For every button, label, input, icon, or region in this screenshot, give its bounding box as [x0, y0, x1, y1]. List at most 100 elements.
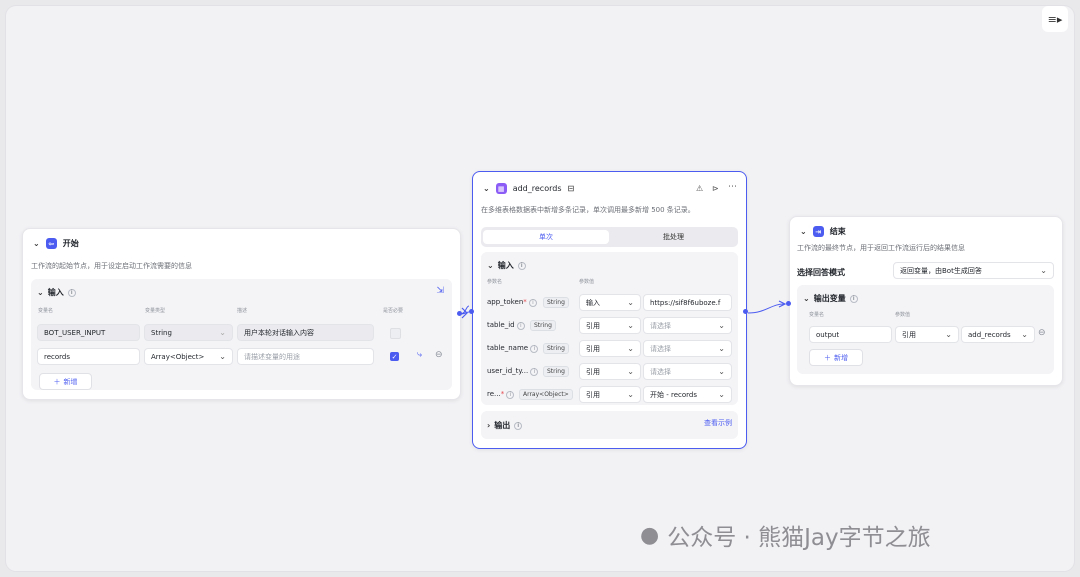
info-icon: i	[517, 261, 526, 270]
start-input-panel: ⌄ 输入 i ⇲ 变量名 变量类型 描述 是否必要 BOT_USER_INPUT…	[31, 279, 452, 390]
chevron-down-icon: ⌄	[627, 367, 634, 376]
param-value-select[interactable]: 请选择 ⌄	[643, 317, 732, 334]
chevron-down-icon[interactable]: ⌄	[487, 261, 494, 270]
chevron-down-icon[interactable]: ⌄	[803, 294, 810, 303]
param-mode-select[interactable]: 引用 ⌄	[579, 386, 641, 403]
more-icon[interactable]: ⋯	[728, 182, 737, 192]
variable-type-select[interactable]: Array<Object> ⌄	[144, 348, 233, 365]
param-name: re...	[487, 390, 501, 398]
chevron-down-icon: ⌄	[627, 298, 634, 307]
col-variable-name: 变量名	[809, 312, 825, 318]
output-name-field[interactable]: output	[809, 326, 892, 343]
add-records-output-port[interactable]	[743, 309, 748, 314]
plugin-icon: ▦	[495, 183, 507, 194]
chevron-down-icon: ⌄	[718, 367, 725, 376]
run-icon[interactable]: ⊳	[712, 184, 719, 193]
watermark: ● 公众号 · 熊猫Jay字节之旅	[640, 518, 931, 552]
info-icon: i	[530, 345, 539, 353]
add-records-input-panel: ⌄ 输入 i 参数名 参数值 app_token* i String 输入 ⌄ h…	[481, 252, 738, 405]
param-type-tag: String	[543, 297, 569, 308]
required-checkbox	[390, 328, 401, 339]
variable-name-field: BOT_USER_INPUT	[37, 324, 140, 341]
remove-icon[interactable]: ⊖	[1038, 328, 1046, 338]
output-value-select[interactable]: add_records ⌄	[961, 326, 1035, 343]
param-mode-select[interactable]: 引用 ⌄	[579, 363, 641, 380]
plus-icon: ＋	[53, 377, 61, 386]
info-icon: i	[67, 288, 76, 297]
col-param-name: 参数名	[487, 279, 503, 285]
add-records-output-panel: › 输出 i 查看示例	[481, 411, 738, 439]
output-mode-select[interactable]: 引用 ⌄	[895, 326, 959, 343]
param-type-tag: Array<Object>	[519, 389, 573, 400]
col-variable-type: 变量类型	[145, 308, 166, 314]
param-value-field[interactable]: https://sif8f6uboze.f	[643, 294, 732, 311]
param-mode-select[interactable]: 引用 ⌄	[579, 340, 641, 357]
warning-icon[interactable]: ⚠	[696, 184, 703, 193]
col-param-value: 参数值	[579, 279, 595, 285]
variable-desc-field[interactable]: 请描述变量的用途	[237, 348, 374, 365]
param-name: table_id	[487, 321, 515, 329]
chevron-down-icon[interactable]: ⌄	[483, 184, 490, 193]
param-name: app_token	[487, 298, 524, 306]
answer-mode-select[interactable]: 返回变量，由Bot生成回答 ⌄	[893, 262, 1054, 279]
chevron-down-icon[interactable]: ⌄	[33, 239, 40, 248]
variable-name-field[interactable]: records	[37, 348, 140, 365]
required-checkbox[interactable]: ✓	[390, 352, 399, 361]
chevron-right-icon[interactable]: ›	[487, 421, 490, 430]
add-records-node[interactable]: ⌄ ▦ add_records ⊟ ⚠ ⊳ ⋯ 在多维表格数据表中新增多条记录，…	[472, 171, 747, 449]
chevron-down-icon: ⌄	[945, 330, 952, 339]
param-type-tag: String	[530, 320, 556, 331]
variable-type-select: String ⌄	[144, 324, 233, 341]
add-output-button[interactable]: ＋新增	[809, 349, 863, 366]
add-records-input-port[interactable]	[469, 309, 474, 314]
table-icon: ⊟	[567, 184, 575, 193]
variable-desc-field: 用户本轮对话输入内容	[237, 324, 374, 341]
chevron-down-icon: ⌄	[219, 328, 226, 337]
chevron-down-icon: ⌄	[627, 344, 634, 353]
param-name: user_id_ty...	[487, 367, 529, 375]
param-name: table_name	[487, 344, 529, 352]
start-output-port[interactable]	[457, 311, 462, 316]
param-row: app_token* i String 输入 ⌄ https://sif8f6ub…	[481, 294, 738, 311]
workflow-canvas[interactable]: ≡▸ ⌄ ⇦ 开始 工作流的起始节点，用于设定启动工作流需要的信息 ⌄ 输入 i…	[6, 6, 1074, 571]
chevron-down-icon: ⌄	[219, 352, 226, 361]
end-node-icon: ⇥	[812, 226, 824, 237]
param-mode-select[interactable]: 输入 ⌄	[579, 294, 641, 311]
param-row: table_id i String 引用 ⌄ 请选择 ⌄	[481, 317, 738, 334]
chevron-down-icon[interactable]: ⌄	[37, 288, 44, 297]
chevron-down-icon: ⌄	[718, 390, 725, 399]
end-input-port[interactable]	[786, 301, 791, 306]
param-row: user_id_ty... i String 引用 ⌄ 请选择 ⌄	[481, 363, 738, 380]
chevron-down-icon[interactable]: ⌄	[800, 227, 807, 236]
start-node-icon: ⇦	[45, 238, 57, 249]
start-node-title: 开始	[62, 239, 79, 248]
watermark-text: 公众号 · 熊猫Jay字节之旅	[667, 525, 931, 551]
add-variable-button[interactable]: ＋新增	[39, 373, 92, 390]
param-value-select[interactable]: 请选择 ⌄	[643, 340, 732, 357]
param-value-select[interactable]: 开始 - records ⌄	[643, 386, 732, 403]
import-icon[interactable]: ⇲	[436, 286, 444, 296]
add-records-title: add_records	[512, 184, 562, 193]
info-icon: i	[506, 391, 515, 399]
output-variables-title: 输出变量	[813, 294, 846, 303]
col-required: 是否必要	[383, 308, 404, 314]
chevron-down-icon: ⌄	[1040, 266, 1047, 275]
col-description: 描述	[237, 308, 248, 314]
plus-icon: ＋	[824, 353, 831, 362]
input-section-title: 输入	[47, 288, 64, 297]
tab-single[interactable]: 单次	[483, 230, 609, 244]
start-node[interactable]: ⌄ ⇦ 开始 工作流的起始节点，用于设定启动工作流需要的信息 ⌄ 输入 i ⇲ …	[22, 228, 461, 400]
sub-variable-icon[interactable]: ⤷	[417, 350, 422, 360]
remove-icon[interactable]: ⊖	[435, 350, 443, 360]
end-node-title: 结束	[829, 227, 846, 236]
param-value-select[interactable]: 请选择 ⌄	[643, 363, 732, 380]
param-mode-select[interactable]: 引用 ⌄	[579, 317, 641, 334]
tab-batch[interactable]: 批处理	[611, 230, 736, 244]
view-example-link[interactable]: 查看示例	[704, 418, 732, 428]
end-node[interactable]: ⌄ ⇥ 结束 工作流的最终节点，用于返回工作流运行后的结果信息 选择回答模式 返…	[789, 216, 1063, 386]
info-icon: i	[529, 299, 537, 307]
param-row: table_name i String 引用 ⌄ 请选择 ⌄	[481, 340, 738, 357]
param-type-tag: String	[543, 366, 569, 377]
output-section-title: 输出	[494, 421, 511, 430]
mode-tabs: 单次 批处理	[481, 227, 738, 247]
